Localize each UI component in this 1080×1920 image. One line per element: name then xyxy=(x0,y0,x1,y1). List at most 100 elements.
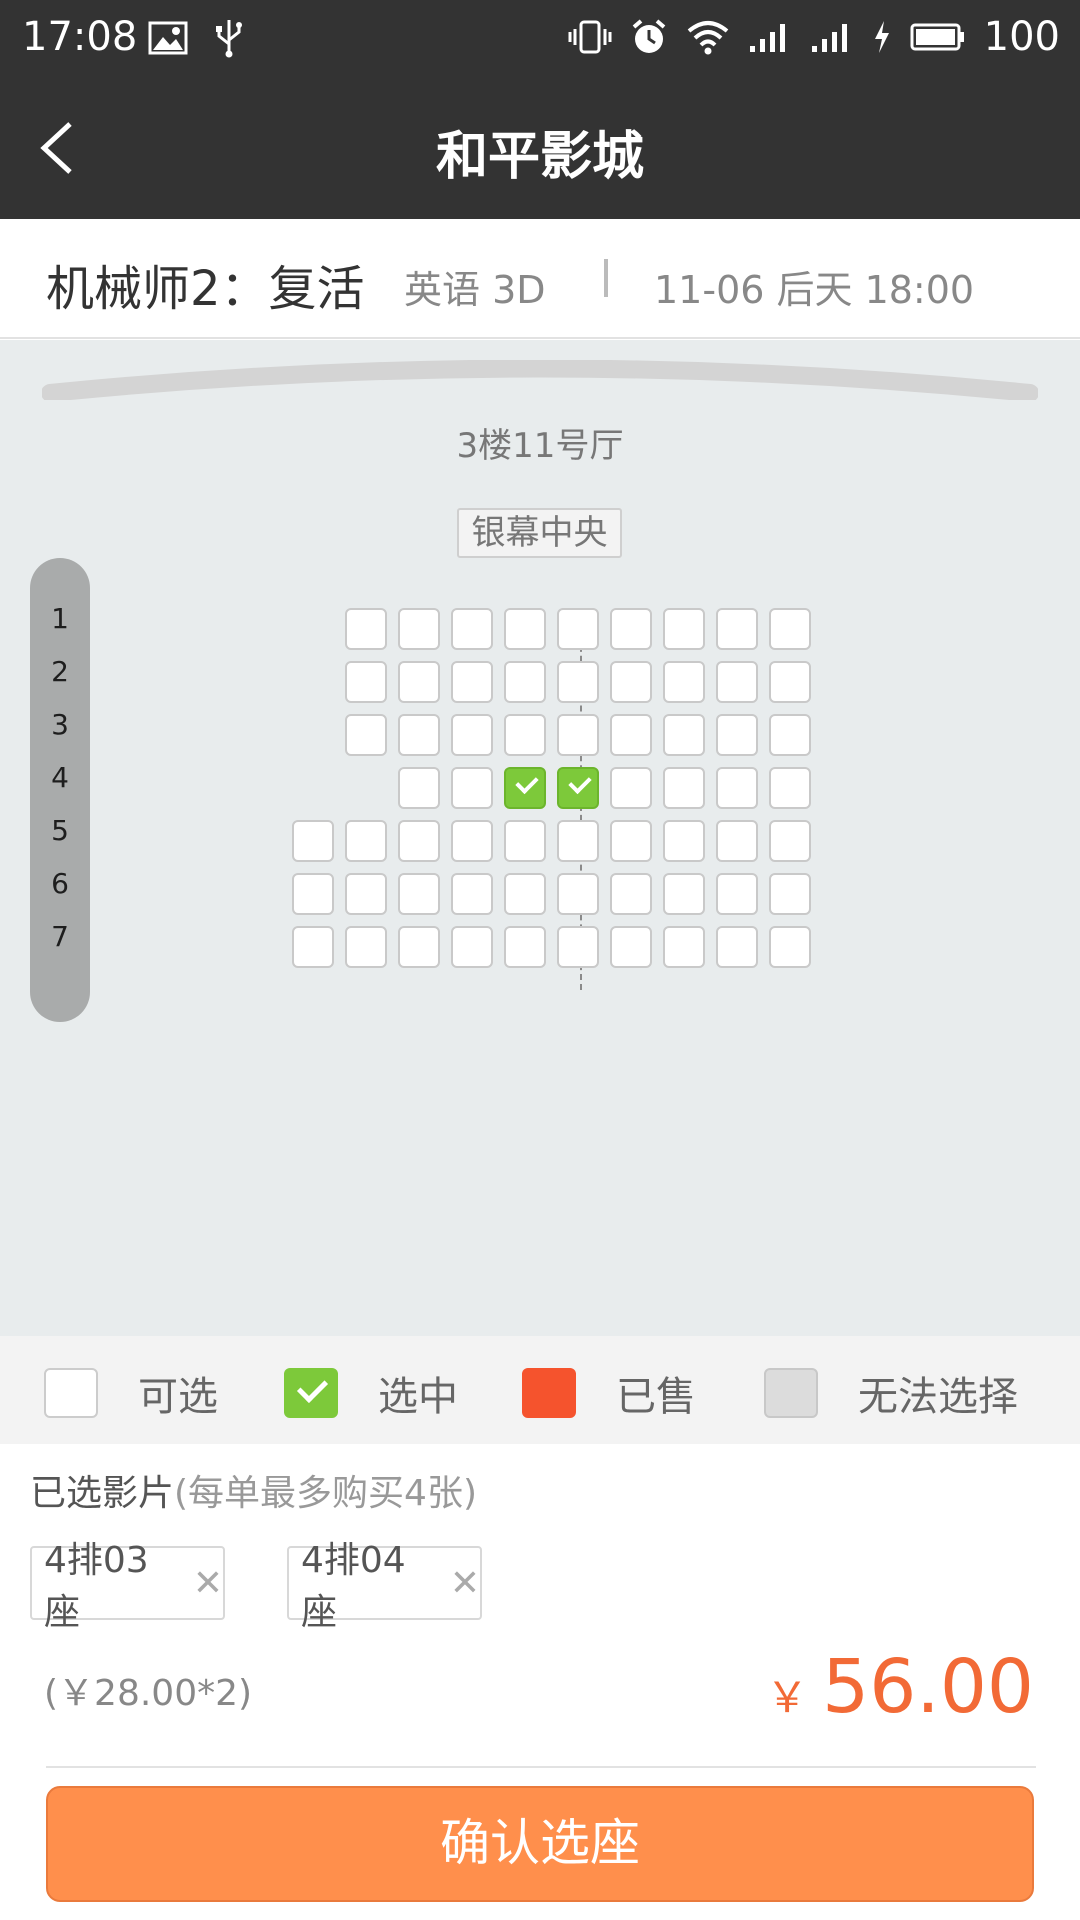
seat-available[interactable] xyxy=(769,767,811,809)
seat-available[interactable] xyxy=(769,714,811,756)
total-price: ￥ 56.00 xyxy=(766,1644,1034,1730)
available-seat-icon xyxy=(44,1368,98,1418)
seat-available[interactable] xyxy=(451,767,493,809)
seat-available[interactable] xyxy=(504,714,546,756)
hall-name: 3楼11号厅 xyxy=(456,426,624,466)
seat-available[interactable] xyxy=(398,714,440,756)
seat-available[interactable] xyxy=(610,820,652,862)
battery-level: 100 xyxy=(983,14,1060,60)
seat-available[interactable] xyxy=(504,608,546,650)
selected-seat-icon xyxy=(284,1368,338,1418)
seat-available[interactable] xyxy=(557,661,599,703)
seat-available[interactable] xyxy=(557,873,599,915)
seat-available[interactable] xyxy=(292,873,334,915)
seat-available[interactable] xyxy=(557,714,599,756)
seat-available[interactable] xyxy=(663,873,705,915)
seat-available[interactable] xyxy=(663,608,705,650)
legend-available-label: 可选 xyxy=(138,1374,218,1420)
seat-available[interactable] xyxy=(716,820,758,862)
seat-selected[interactable] xyxy=(557,767,599,809)
seat-available[interactable] xyxy=(398,661,440,703)
seat-available[interactable] xyxy=(716,661,758,703)
seat-available[interactable] xyxy=(716,873,758,915)
seat-available[interactable] xyxy=(769,661,811,703)
seat-available[interactable] xyxy=(663,714,705,756)
seat-available[interactable] xyxy=(504,873,546,915)
seat-available[interactable] xyxy=(716,714,758,756)
seat-available[interactable] xyxy=(663,767,705,809)
seat-available[interactable] xyxy=(557,926,599,968)
ticket-tag[interactable]: 4排03座 ✕ xyxy=(30,1540,225,1633)
seat-available[interactable] xyxy=(769,820,811,862)
seat-available[interactable] xyxy=(716,926,758,968)
seat-available[interactable] xyxy=(610,661,652,703)
status-time: 17:08 xyxy=(22,14,138,60)
confirm-seat-button[interactable]: 确认选座 xyxy=(46,1786,1034,1902)
seat-available[interactable] xyxy=(451,608,493,650)
seat-available[interactable] xyxy=(398,767,440,809)
status-bar: 17:08 100 xyxy=(0,0,1080,76)
seat-available[interactable] xyxy=(345,820,387,862)
unavailable-seat-icon xyxy=(764,1368,818,1418)
seat-available[interactable] xyxy=(398,926,440,968)
selected-hint: (每单最多购买4张) xyxy=(174,1473,478,1514)
close-icon[interactable]: ✕ xyxy=(193,1563,223,1604)
seat-selected[interactable] xyxy=(504,767,546,809)
total-amount: 56.00 xyxy=(822,1644,1034,1730)
seat-available[interactable] xyxy=(451,873,493,915)
seat-available[interactable] xyxy=(557,820,599,862)
close-icon[interactable]: ✕ xyxy=(450,1563,480,1604)
page-title: 和平影城 xyxy=(435,127,644,187)
seat-available[interactable] xyxy=(345,608,387,650)
seat-available[interactable] xyxy=(610,926,652,968)
seat-available[interactable] xyxy=(769,608,811,650)
seat-available[interactable] xyxy=(451,661,493,703)
seat-available[interactable] xyxy=(610,714,652,756)
currency-symbol: ￥ xyxy=(766,1673,809,1722)
seat-available[interactable] xyxy=(345,661,387,703)
header: 和平影城 xyxy=(0,76,1080,219)
selected-title-text: 已选影片 xyxy=(30,1473,175,1514)
seat-available[interactable] xyxy=(398,873,440,915)
sold-seat-icon xyxy=(522,1368,576,1418)
seat-available[interactable] xyxy=(451,820,493,862)
seat-available[interactable] xyxy=(610,608,652,650)
seat-available[interactable] xyxy=(663,661,705,703)
row-number: 2 xyxy=(51,655,69,688)
seat-available[interactable] xyxy=(557,608,599,650)
legend-available: 可选 xyxy=(44,1364,218,1422)
seat-available[interactable] xyxy=(504,661,546,703)
movie-showtime: 11-06 后天 18:00 xyxy=(654,268,975,312)
screen-center-label: 银幕中央 xyxy=(457,508,622,558)
seat-available[interactable] xyxy=(398,820,440,862)
legend-sold: 已售 xyxy=(522,1364,696,1422)
seat-available[interactable] xyxy=(610,767,652,809)
seat-available[interactable] xyxy=(716,608,758,650)
seat-legend: 可选 选中 已售 无法选择 xyxy=(0,1336,1080,1444)
seat-available[interactable] xyxy=(769,926,811,968)
seat-available[interactable] xyxy=(504,926,546,968)
seat-available[interactable] xyxy=(663,926,705,968)
row-number: 4 xyxy=(51,761,69,794)
ticket-tag[interactable]: 4排04座 ✕ xyxy=(287,1540,482,1633)
seat-available[interactable] xyxy=(610,873,652,915)
seat-available[interactable] xyxy=(716,767,758,809)
seat-available[interactable] xyxy=(345,714,387,756)
signal-icon-2 xyxy=(811,24,847,52)
battery-icon xyxy=(910,23,964,51)
seat-available[interactable] xyxy=(345,873,387,915)
seat-available[interactable] xyxy=(292,820,334,862)
seat-available[interactable] xyxy=(663,820,705,862)
ticket-label: 4排04座 xyxy=(301,1540,406,1633)
seat-available[interactable] xyxy=(769,873,811,915)
legend-selected: 选中 xyxy=(284,1364,458,1422)
image-icon xyxy=(148,21,188,55)
seat-available[interactable] xyxy=(292,926,334,968)
seat-available[interactable] xyxy=(345,926,387,968)
vibrate-icon xyxy=(568,20,612,54)
seat-available[interactable] xyxy=(451,926,493,968)
seat-available[interactable] xyxy=(398,608,440,650)
wifi-icon xyxy=(687,21,728,55)
seat-available[interactable] xyxy=(451,714,493,756)
seat-available[interactable] xyxy=(504,820,546,862)
